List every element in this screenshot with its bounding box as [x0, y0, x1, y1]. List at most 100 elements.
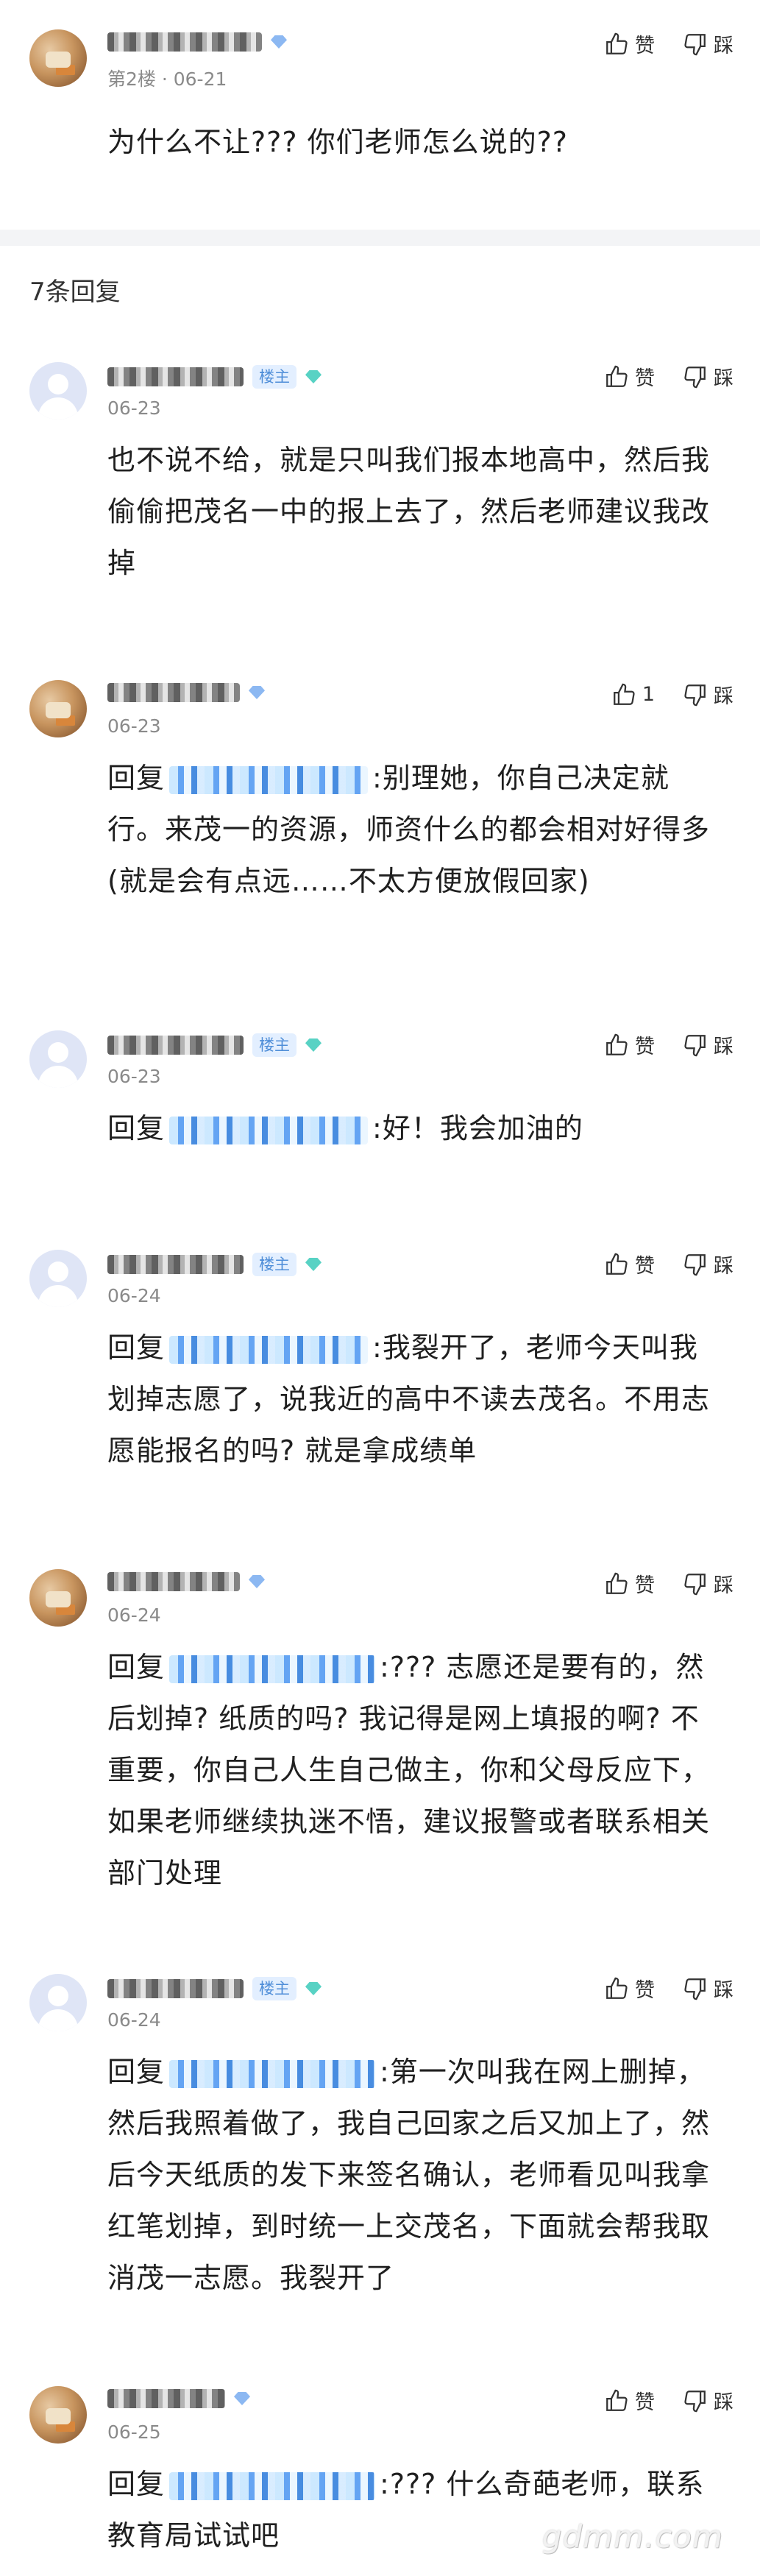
- avatar[interactable]: [29, 680, 87, 737]
- like-button[interactable]: 1: [611, 682, 655, 707]
- username-redacted[interactable]: [107, 1572, 240, 1591]
- avatar[interactable]: [29, 1250, 87, 1307]
- level-diamond-icon: [305, 1982, 322, 1995]
- level-diamond-icon: [305, 1258, 322, 1271]
- thumbs-down-icon: [684, 1573, 706, 1595]
- thumbs-up-icon: [606, 365, 628, 387]
- reply-target-redacted[interactable]: [169, 1655, 376, 1683]
- reply-text: :??? 志愿还是要有的，然后划掉? 纸质的吗? 我记得是网上填报的啊? 不重要…: [107, 1651, 711, 1889]
- reply-target-redacted[interactable]: [169, 2471, 376, 2500]
- avatar[interactable]: [29, 362, 87, 420]
- like-label: 赞: [635, 2391, 655, 2414]
- reply-date: 06-24: [107, 2009, 161, 2031]
- dislike-button[interactable]: 踩: [683, 362, 734, 391]
- like-count: 1: [642, 683, 655, 706]
- reply-target-redacted[interactable]: [169, 765, 369, 794]
- avatar[interactable]: [29, 2386, 87, 2444]
- dislike-button[interactable]: 踩: [683, 2386, 734, 2415]
- reply-text: :好！我会加油的: [372, 1112, 583, 1144]
- reply-text: :第一次叫我在网上删掉，然后我照着做了，我自己回家之后又加上了，然后今天纸质的发…: [107, 2056, 711, 2294]
- reply-target-redacted[interactable]: [169, 1335, 369, 1364]
- dislike-label: 踩: [714, 367, 734, 390]
- reply-item: 06-24 赞 踩 回复:??? 志愿还是要有的，然后划掉? 纸质的吗? 我记得…: [0, 1540, 760, 1945]
- dislike-label: 踩: [714, 35, 734, 57]
- like-button[interactable]: 赞: [604, 1569, 655, 1598]
- floor-post: 第2楼 · 06-21 赞 踩 为什么不让??? 你们老师怎么说的??: [0, 0, 760, 230]
- dislike-button[interactable]: 踩: [683, 1250, 734, 1278]
- dislike-button[interactable]: 踩: [683, 1030, 734, 1059]
- thumbs-down-icon: [684, 366, 706, 388]
- dislike-button[interactable]: 踩: [683, 680, 734, 709]
- thumbs-down-icon: [684, 1034, 706, 1056]
- reply-date: 06-24: [107, 1604, 161, 1626]
- reply-content: 回复:??? 志愿还是要有的，然后划掉? 纸质的吗? 我记得是网上填报的啊? 不…: [107, 1641, 710, 1899]
- post-content: 为什么不让??? 你们老师怎么说的??: [107, 126, 568, 158]
- owner-badge: 楼主: [252, 1977, 296, 2000]
- username-redacted[interactable]: [107, 1036, 244, 1055]
- reply-item: 楼主 06-24 赞 踩 回复:我裂开了，老师今天叫我划掉志愿了，说我近的高中不…: [0, 1220, 760, 1540]
- dislike-label: 踩: [714, 1979, 734, 2002]
- username-redacted[interactable]: [107, 1255, 244, 1274]
- reply-prefix: 回复: [107, 1112, 166, 1144]
- reply-text: 也不说不给，就是只叫我们报本地高中，然后我偷偷把茂名一中的报上去了，然后老师建议…: [107, 444, 711, 579]
- thumbs-down-icon: [684, 684, 706, 706]
- username-row: 楼主: [107, 365, 322, 389]
- like-label: 赞: [635, 1979, 655, 2002]
- avatar[interactable]: [29, 1974, 87, 2031]
- reply-target-redacted[interactable]: [169, 1116, 369, 1144]
- like-button[interactable]: 赞: [604, 1974, 655, 2003]
- reply-actions: 赞 踩: [604, 1974, 734, 2003]
- like-label: 赞: [635, 35, 655, 57]
- dislike-label: 踩: [714, 685, 734, 708]
- avatar[interactable]: [29, 1569, 87, 1627]
- reply-actions: 赞 踩: [604, 1569, 734, 1598]
- reply-actions: 赞 踩: [604, 2386, 734, 2415]
- dislike-label: 踩: [714, 1255, 734, 1278]
- like-button[interactable]: 赞: [604, 362, 655, 391]
- like-button[interactable]: 赞: [604, 2386, 655, 2415]
- reply-item: 楼主 06-23 赞 踩 回复:好！我会加油的: [0, 1001, 760, 1220]
- reply-actions: 赞 踩: [604, 362, 734, 391]
- thumbs-up-icon: [606, 2389, 628, 2411]
- reply-prefix: 回复: [107, 1331, 166, 1364]
- like-button[interactable]: 赞: [604, 1030, 655, 1059]
- level-diamond-icon: [249, 1575, 265, 1588]
- like-label: 赞: [635, 367, 655, 390]
- reply-actions: 赞 踩: [604, 1250, 734, 1278]
- thumbs-up-icon: [606, 1572, 628, 1594]
- username-row: [107, 1572, 265, 1591]
- thumbs-up-icon: [613, 683, 635, 705]
- reply-content: 也不说不给，就是只叫我们报本地高中，然后我偷偷把茂名一中的报上去了，然后老师建议…: [107, 434, 710, 589]
- post-actions: 赞 踩: [604, 29, 734, 58]
- username-redacted[interactable]: [107, 32, 262, 52]
- like-button[interactable]: 赞: [604, 1250, 655, 1278]
- reply-prefix: 回复: [107, 2056, 166, 2088]
- thumbs-up-icon: [606, 1033, 628, 1055]
- reply-target-redacted[interactable]: [169, 2059, 376, 2088]
- floor-date: 第2楼 · 06-21: [107, 68, 227, 90]
- avatar[interactable]: [29, 29, 87, 87]
- dislike-label: 踩: [714, 2391, 734, 2414]
- username-redacted[interactable]: [107, 1979, 244, 1998]
- dislike-button[interactable]: 踩: [683, 1569, 734, 1598]
- level-diamond-icon: [271, 35, 287, 49]
- username-row: [107, 2389, 250, 2408]
- section-divider: [0, 230, 760, 246]
- dislike-button[interactable]: 踩: [683, 29, 734, 58]
- username-redacted[interactable]: [107, 683, 240, 702]
- thumbs-down-icon: [684, 2390, 706, 2412]
- avatar[interactable]: [29, 1030, 87, 1088]
- like-button[interactable]: 赞: [604, 29, 655, 58]
- username-redacted[interactable]: [107, 367, 244, 386]
- like-label: 赞: [635, 1255, 655, 1278]
- thumbs-down-icon: [684, 1978, 706, 2000]
- reply-prefix: 回复: [107, 2468, 166, 2500]
- reply-content: 回复:第一次叫我在网上删掉，然后我照着做了，我自己回家之后又加上了，然后今天纸质…: [107, 2046, 710, 2304]
- reply-actions: 赞 踩: [604, 1030, 734, 1059]
- reply-item: 楼主 06-23 赞 踩 也不说不给，就是只叫我们报本地高中，然后我偷偷把茂名一…: [0, 333, 760, 651]
- reply-content: 回复:我裂开了，老师今天叫我划掉志愿了，说我近的高中不读去茂名。不用志愿能报名的…: [107, 1322, 710, 1476]
- reply-prefix: 回复: [107, 1651, 166, 1683]
- dislike-button[interactable]: 踩: [683, 1974, 734, 2003]
- owner-badge: 楼主: [252, 1033, 296, 1057]
- username-redacted[interactable]: [107, 2389, 225, 2408]
